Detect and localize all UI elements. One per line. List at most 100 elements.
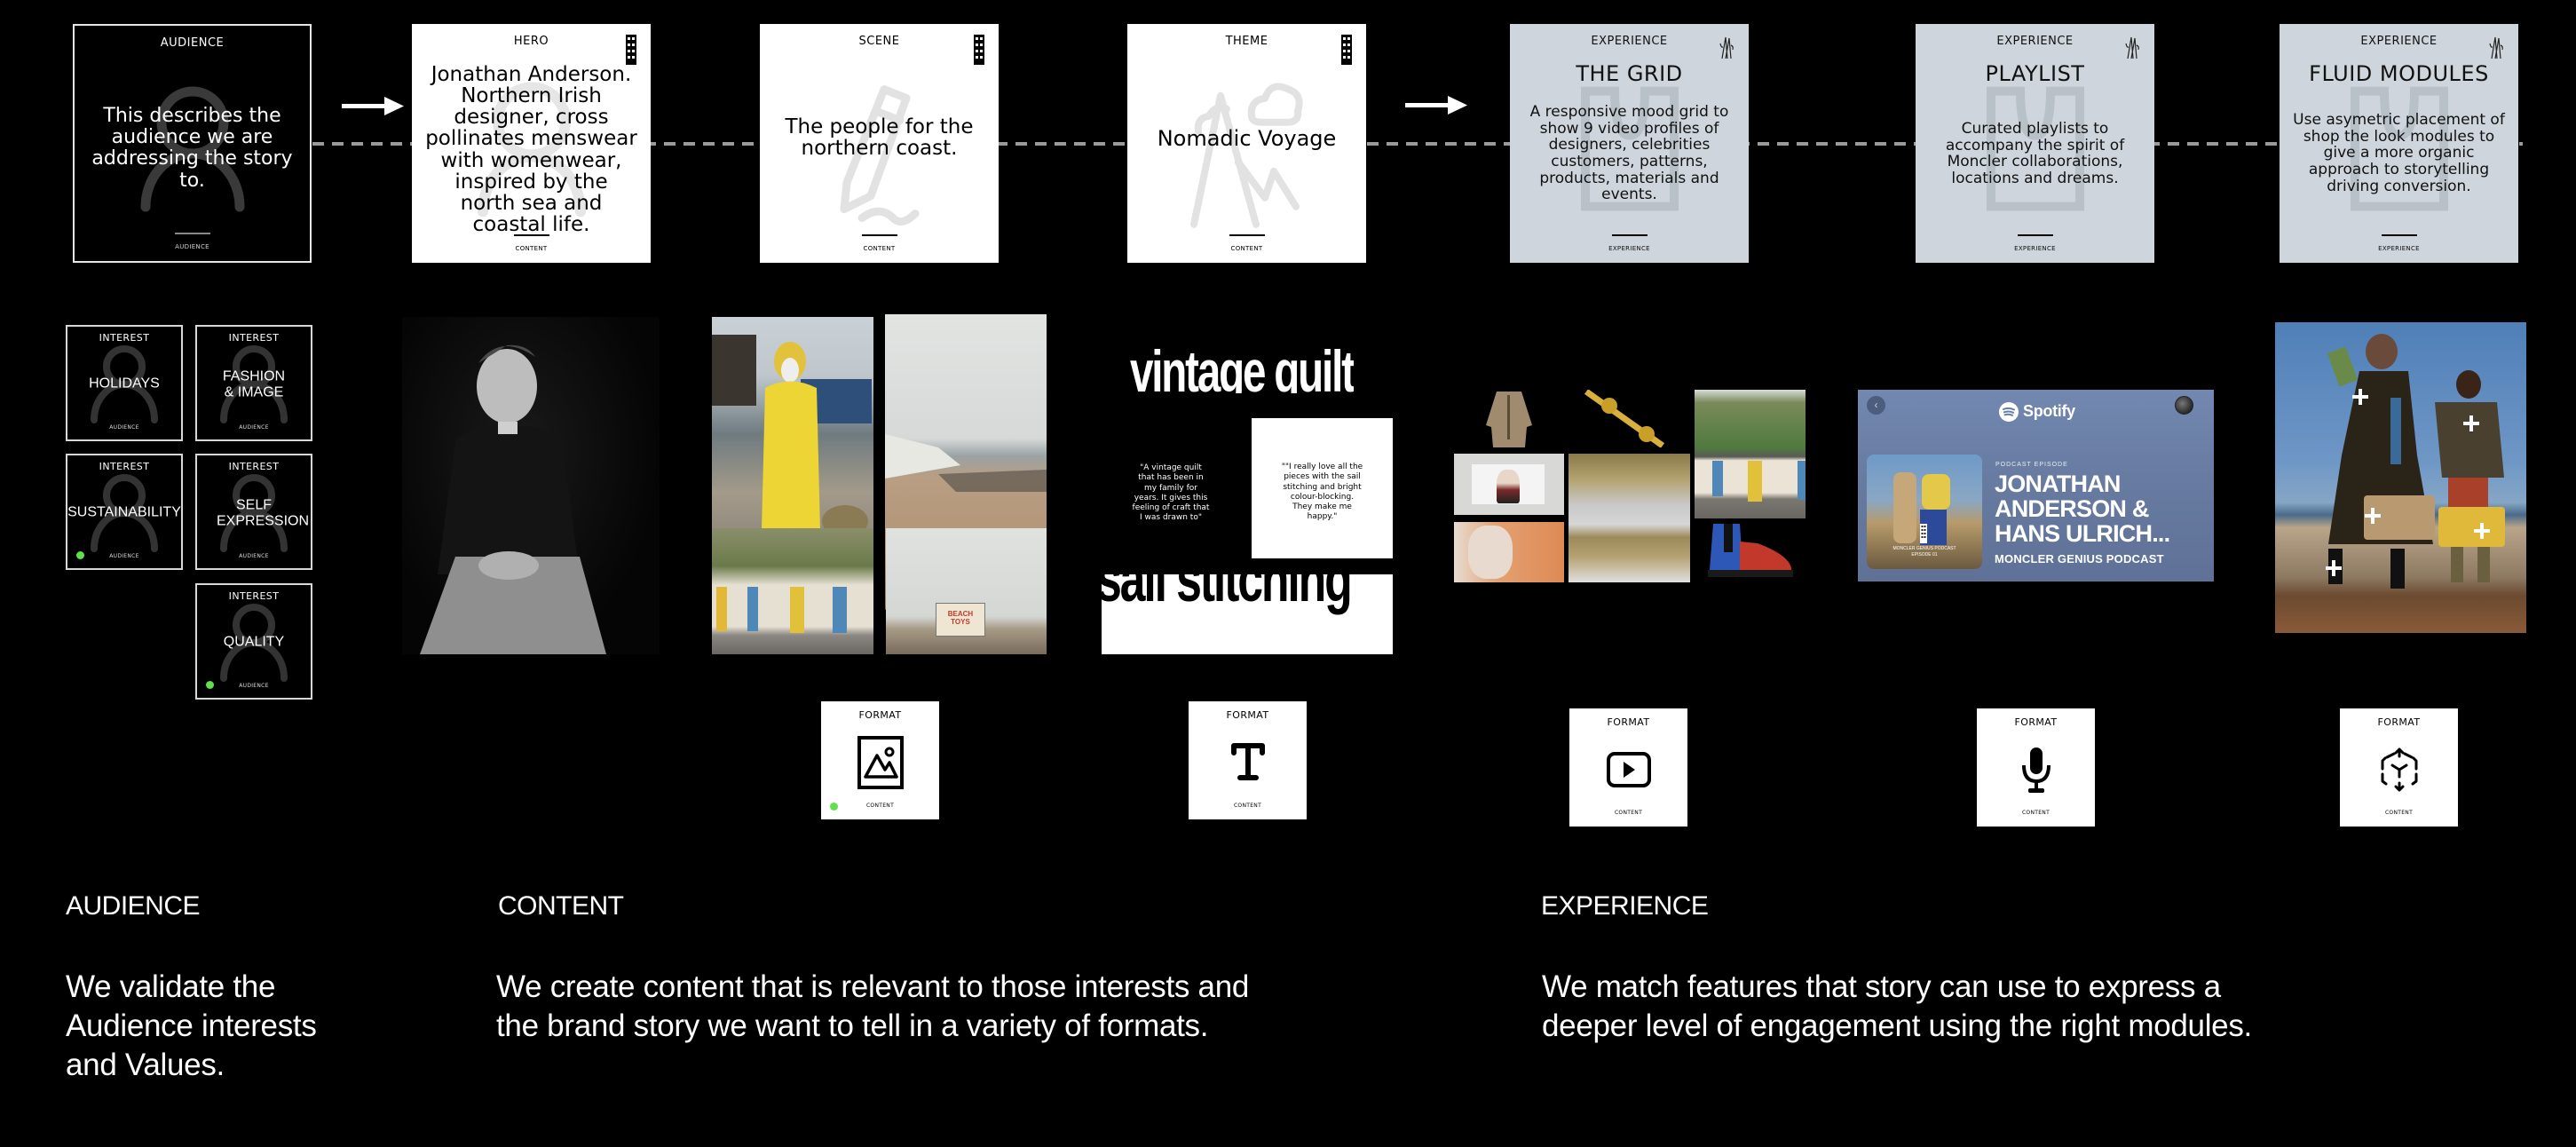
card-body: Nomadic Voyage xyxy=(1157,126,1337,151)
interest-kicker: INTEREST xyxy=(228,461,280,472)
interest-label: FASHION & IMAGE xyxy=(222,368,286,400)
interest-tile[interactable]: INTEREST HOLIDAYS AUDIENCE xyxy=(66,325,183,441)
format-footer: CONTENT xyxy=(1614,810,1643,816)
spotify-podcast-card[interactable]: ‹ Spotify MONCLER GENIUS PODCAST EPISODE… xyxy=(1858,390,2214,581)
card-body: Curated playlists to accompany the spiri… xyxy=(1945,120,2125,188)
story-card-hero[interactable]: HERO Jonathan Anderson. Northern Irish d… xyxy=(412,24,651,263)
image-icon xyxy=(857,736,904,790)
interest-tile[interactable]: INTEREST FASHION & IMAGE AUDIENCE xyxy=(195,325,312,441)
card-footer: CONTENT xyxy=(1230,245,1263,252)
interest-label: SELF EXPRESSION xyxy=(217,496,310,529)
hotspot-plus-icon[interactable] xyxy=(2326,560,2342,576)
interest-label: SUSTAINABILITY xyxy=(67,504,181,520)
quilt-headline-top: vintage quilt xyxy=(1130,342,1354,393)
interest-kicker: INTEREST xyxy=(99,461,150,472)
card-footer: EXPERIENCE xyxy=(2014,245,2056,252)
story-card-scene[interactable]: SCENE The people for the northern coast.… xyxy=(760,24,999,263)
format-kicker: FORMAT xyxy=(1226,709,1269,721)
title-line: HANS ULRICH... xyxy=(1995,520,2170,547)
interest-kicker: INTEREST xyxy=(99,332,150,344)
hut-doors xyxy=(1712,461,1806,502)
section-body-experience: We match features that story can use to … xyxy=(1542,969,2252,1043)
format-kicker: FORMAT xyxy=(2377,716,2421,728)
hotspot-plus-icon[interactable] xyxy=(2365,508,2381,524)
card-title: FLUID MODULES xyxy=(2309,61,2489,86)
podcast-eyebrow: PODCAST EPISODE xyxy=(1995,462,2068,468)
beach-toys-sign: BEACH TOYS xyxy=(936,603,985,637)
podcast-show-name[interactable]: MONCLER GENIUS PODCAST xyxy=(1995,552,2164,566)
quilt-headline-bottom: sail stitching xyxy=(1102,574,1353,615)
boot-shape xyxy=(1708,524,1793,577)
user-avatar[interactable] xyxy=(2175,396,2193,415)
building-icon xyxy=(1920,524,1927,543)
format-tile-image[interactable]: FORMAT CONTENT xyxy=(821,701,939,819)
card-footer: AUDIENCE xyxy=(175,243,209,250)
title-line: ANDERSON & xyxy=(1995,495,2149,522)
card-footer: EXPERIENCE xyxy=(1608,245,1650,252)
interest-footer: AUDIENCE xyxy=(239,683,269,689)
building-icon xyxy=(974,35,984,65)
mountain-cloud-icon xyxy=(1189,83,1303,228)
interest-label: HOLIDAYS xyxy=(89,376,160,392)
quilt-band: sail stitching xyxy=(1102,574,1393,654)
interest-tile[interactable]: INTEREST QUALITY AUDIENCE xyxy=(195,583,312,700)
card-divider xyxy=(174,233,210,234)
card-divider xyxy=(513,234,549,236)
card-body: The people for the northern coast. xyxy=(785,115,974,161)
card-kicker: THEME xyxy=(1225,35,1268,48)
title-line: JONATHAN xyxy=(1995,471,2121,497)
quote-right: ""I really love all the pieces with the … xyxy=(1281,463,1363,522)
coat-shape xyxy=(1486,392,1532,447)
format-footer: CONTENT xyxy=(2021,810,2051,816)
quote-box: ""I really love all the pieces with the … xyxy=(1252,418,1393,558)
shop-the-look-photo[interactable] xyxy=(2275,322,2526,633)
interest-kicker: INTEREST xyxy=(228,590,280,602)
card-body: This describes the audience we are addre… xyxy=(91,105,293,192)
card-kicker: AUDIENCE xyxy=(160,36,225,50)
story-card-the-grid[interactable]: EXPERIENCE THE GRID A responsive mood gr… xyxy=(1510,24,1749,263)
format-tile-text[interactable]: FORMAT CONTENT xyxy=(1189,701,1307,819)
card-body: Use asymetric placement of shop the look… xyxy=(2293,111,2505,195)
interest-footer: AUDIENCE xyxy=(109,424,139,431)
section-body-content: We create content that is relevant to th… xyxy=(496,969,1250,1043)
photo-video-still-3 xyxy=(1454,522,1564,582)
models-shape xyxy=(2327,334,2505,589)
card-footer: CONTENT xyxy=(863,245,896,252)
podcast-cover-art[interactable]: MONCLER GENIUS PODCAST EPISODE 01 xyxy=(1867,455,1982,569)
text-icon xyxy=(1230,743,1265,781)
interest-label: QUALITY xyxy=(223,634,285,650)
story-card-playlist[interactable]: EXPERIENCE PLAYLIST Curated playlists to… xyxy=(1916,24,2154,263)
hotspot-plus-icon[interactable] xyxy=(2352,389,2368,405)
card-body: Jonathan Anderson. Northern Irish design… xyxy=(425,63,637,236)
story-card-audience[interactable]: AUDIENCE This describes the audience we … xyxy=(73,24,312,263)
microphone-icon xyxy=(2021,748,2051,794)
back-button[interactable]: ‹ xyxy=(1867,396,1885,415)
hotspot-plus-icon[interactable] xyxy=(2463,415,2479,431)
format-tile-video[interactable]: FORMAT CONTENT xyxy=(1569,708,1687,827)
hotspot-plus-icon[interactable] xyxy=(2474,523,2490,539)
hero-portrait-photo xyxy=(402,317,660,654)
photo-beach-huts xyxy=(712,528,873,654)
portrait-figure xyxy=(420,344,606,654)
validated-dot xyxy=(206,681,214,689)
interest-tile[interactable]: INTEREST SELF EXPRESSION AUDIENCE xyxy=(195,454,312,570)
format-tile-audio[interactable]: FORMAT CONTENT xyxy=(1977,708,2095,827)
podcast-title: JONATHAN ANDERSON & HANS ULRICH... xyxy=(1995,471,2170,547)
video-subject xyxy=(1497,470,1520,503)
format-footer: CONTENT xyxy=(2384,810,2414,816)
format-tile-3d[interactable]: FORMAT CONTENT xyxy=(2340,708,2458,827)
interest-tile[interactable]: INTEREST SUSTAINABILITY AUDIENCE xyxy=(66,454,183,570)
card-footer: EXPERIENCE xyxy=(2378,245,2420,252)
card-title: PLAYLIST xyxy=(1985,61,2085,86)
photo-coat xyxy=(1484,390,1534,447)
spotify-logo-icon xyxy=(1999,402,2019,422)
card-title: THE GRID xyxy=(1576,61,1683,86)
section-title-audience: AUDIENCE xyxy=(66,891,201,921)
face-shape xyxy=(1468,526,1513,579)
rope-shape xyxy=(1584,390,1665,447)
cover-episode: EPISODE 01 xyxy=(1911,552,1938,558)
story-card-fluid-modules[interactable]: EXPERIENCE FLUID MODULES Use asymetric p… xyxy=(2280,24,2518,263)
building-icon xyxy=(626,35,636,65)
story-card-theme[interactable]: THEME Nomadic Voyage CONTENT xyxy=(1127,24,1366,263)
cover-caption: MONCLER GENIUS PODCAST xyxy=(1892,546,1956,551)
